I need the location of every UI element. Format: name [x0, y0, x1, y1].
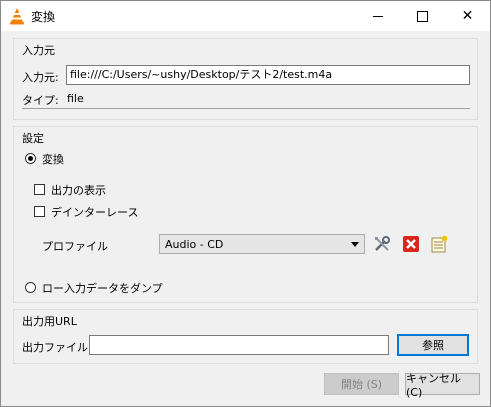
new-profile-button[interactable] [428, 233, 450, 255]
show-output-label: 出力の表示 [51, 184, 106, 197]
convert-dialog: 変換 ✕ 入力元 入力元: file:///C:/Users/~ushy/Des… [0, 0, 491, 407]
red-x-icon [403, 236, 419, 252]
title-bar: 変換 ✕ [1, 1, 490, 31]
source-input[interactable]: file:///C:/Users/~ushy/Desktop/テスト2/test… [66, 65, 470, 85]
maximize-icon [417, 10, 428, 22]
raw-dump-radio[interactable] [25, 282, 36, 293]
profile-label: プロファイル [42, 240, 108, 253]
settings-group-title: 設定 [22, 132, 44, 145]
deinterlace-checkbox[interactable] [34, 206, 45, 217]
convert-radio[interactable] [25, 153, 36, 164]
chevron-down-icon [351, 242, 359, 247]
minimize-icon [372, 15, 383, 17]
window-title: 変換 [31, 10, 56, 24]
show-output-checkbox[interactable] [34, 184, 45, 195]
destination-file-label: 出力ファイル: [22, 341, 92, 354]
close-icon: ✕ [461, 8, 474, 24]
deinterlace-label: デインターレース [51, 206, 139, 219]
vlc-cone-icon [10, 8, 24, 25]
profile-select[interactable]: Audio - CD [159, 234, 365, 254]
close-button[interactable]: ✕ [445, 1, 490, 31]
source-divider [22, 108, 470, 109]
browse-button[interactable]: 参照 [397, 334, 469, 356]
minimize-button[interactable] [355, 1, 400, 31]
raw-dump-label: ロー入力データをダンプ [42, 282, 163, 295]
delete-profile-button[interactable] [400, 233, 422, 255]
settings-group: 設定 変換 出力の表示 デインターレース プロファイル Audio - CD ロ… [13, 126, 478, 303]
source-group-title: 入力元 [22, 44, 55, 57]
tools-icon [375, 236, 390, 251]
profile-select-value: Audio - CD [165, 238, 224, 251]
start-button[interactable]: 開始 (S) [324, 373, 399, 395]
source-label: 入力元: [22, 71, 59, 84]
maximize-button[interactable] [400, 1, 445, 31]
edit-profile-button[interactable] [371, 233, 393, 255]
destination-group-title: 出力用URL [22, 315, 77, 328]
destination-group: 出力用URL 出力ファイル: 参照 [13, 309, 478, 364]
new-document-icon [431, 235, 448, 253]
cancel-button[interactable]: キャンセル (C) [405, 372, 480, 399]
type-value: file [67, 92, 84, 105]
destination-file-input[interactable] [89, 335, 389, 355]
source-group: 入力元 入力元: file:///C:/Users/~ushy/Desktop/… [13, 38, 478, 120]
type-label: タイプ: [22, 94, 59, 107]
convert-radio-label: 変換 [42, 153, 64, 166]
